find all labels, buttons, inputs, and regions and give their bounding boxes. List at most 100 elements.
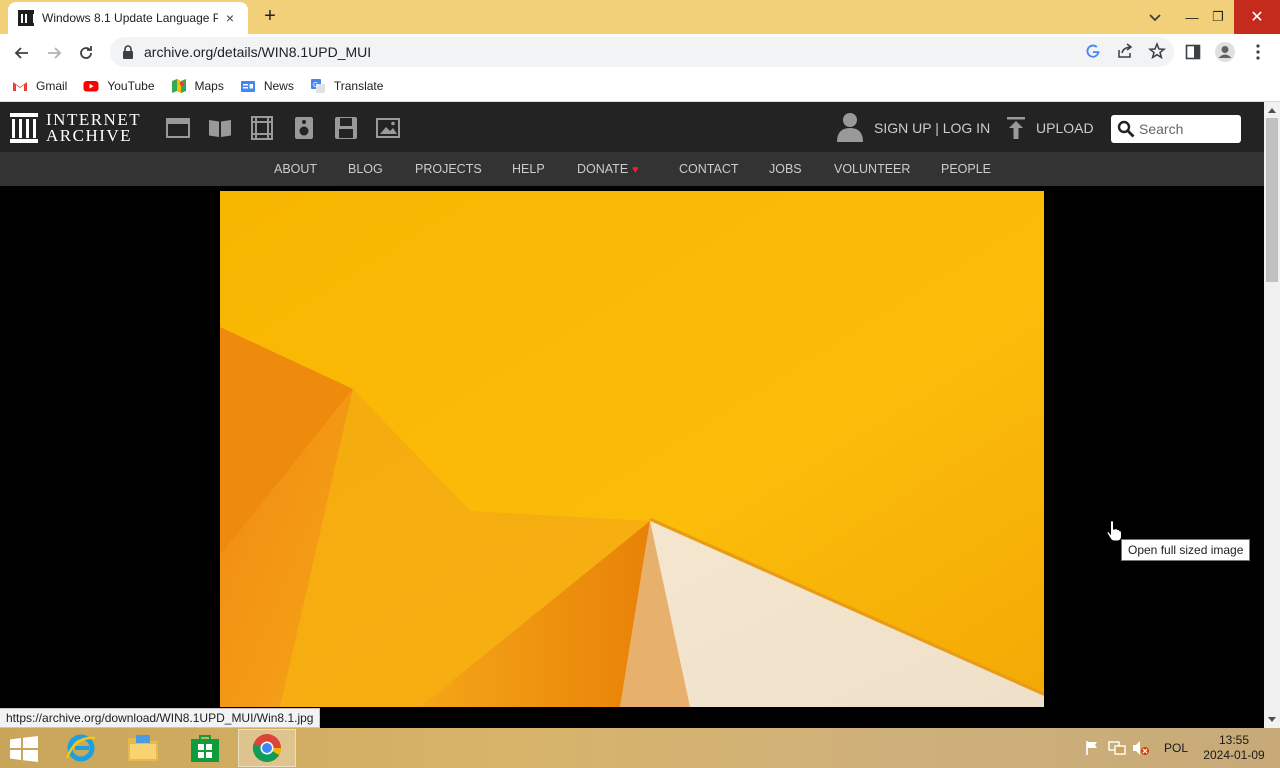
texts-icon[interactable] — [208, 116, 232, 140]
system-tray: POL — [1084, 728, 1188, 768]
images-icon[interactable] — [376, 116, 400, 140]
internet-archive-logo[interactable]: INTERNET ARCHIVE — [10, 111, 141, 145]
nav-blog[interactable]: BLOG — [348, 162, 383, 176]
archive-search-box[interactable] — [1111, 115, 1241, 143]
address-bar[interactable]: archive.org/details/WIN8.1UPD_MUI — [110, 37, 1174, 67]
gmail-icon — [13, 81, 27, 91]
user-icon[interactable] — [836, 112, 864, 142]
share-icon[interactable] — [1116, 42, 1134, 60]
chrome-menu-button[interactable] — [1246, 40, 1270, 64]
back-button[interactable] — [9, 40, 35, 66]
windows-8-wallpaper-image[interactable] — [220, 191, 1044, 707]
chrome-icon — [252, 734, 281, 762]
archive-favicon-icon — [18, 10, 35, 26]
url-text[interactable]: archive.org/details/WIN8.1UPD_MUI — [144, 44, 371, 60]
nav-volunteer[interactable]: VOLUNTEER — [834, 162, 910, 176]
scrollbar-thumb[interactable] — [1266, 118, 1278, 282]
browser-tab[interactable]: Windows 8.1 Update Language P × — [8, 2, 248, 34]
forward-button[interactable] — [41, 40, 67, 66]
profile-avatar-icon — [1215, 42, 1235, 62]
lock-icon[interactable] — [122, 45, 134, 59]
bookmark-gmail[interactable]: Gmail — [12, 78, 67, 94]
tab-title: Windows 8.1 Update Language P — [42, 11, 218, 25]
bookmark-news[interactable]: News — [240, 78, 294, 94]
bookmark-label: Maps — [194, 78, 224, 93]
svg-text:G: G — [313, 82, 318, 89]
youtube-icon — [83, 80, 99, 91]
windows-start-icon[interactable] — [10, 736, 38, 762]
windows-taskbar: POL 13:55 2024-01-09 — [0, 728, 1280, 768]
nav-donate-label: DONATE — [577, 162, 629, 176]
action-center-flag-icon[interactable] — [1084, 740, 1100, 756]
page-viewport: INTERNET ARCHIVE SIGN UP | LOG IN UPLOAD… — [0, 102, 1264, 728]
nav-about[interactable]: ABOUT — [274, 162, 317, 176]
side-panel-button[interactable] — [1181, 40, 1205, 64]
clock-date: 2024-01-09 — [1203, 748, 1265, 762]
archive-secondary-nav: ABOUT BLOG PROJECTS HELP DONATE ♥ CONTACT… — [0, 152, 1264, 186]
tab-strip: Windows 8.1 Update Language P × + — ❐ ✕ — [0, 0, 1280, 34]
volume-muted-icon[interactable] — [1132, 740, 1150, 756]
maximize-button[interactable]: ❐ — [1198, 0, 1238, 34]
media-type-nav — [166, 116, 400, 140]
internet-explorer-icon — [65, 734, 96, 762]
audio-icon[interactable] — [292, 116, 316, 140]
network-icon[interactable] — [1108, 740, 1126, 756]
open-full-image-tooltip: Open full sized image — [1121, 539, 1251, 561]
new-tab-button[interactable]: + — [258, 5, 282, 29]
search-icon[interactable] — [1117, 120, 1135, 138]
nav-jobs[interactable]: JOBS — [769, 162, 802, 176]
profile-button[interactable] — [1213, 40, 1237, 64]
nav-projects[interactable]: PROJECTS — [415, 162, 482, 176]
logo-line-archive: ARCHIVE — [46, 126, 133, 145]
link-status-bubble: https://archive.org/download/WIN8.1UPD_M… — [0, 708, 321, 728]
scroll-up-arrow-icon[interactable] — [1268, 108, 1276, 113]
tab-search-chevron-icon[interactable] — [1146, 8, 1164, 26]
taskbar-store[interactable] — [176, 729, 234, 767]
more-vertical-icon — [1256, 44, 1260, 60]
bookmark-label: News — [263, 78, 294, 93]
search-input[interactable] — [1139, 121, 1235, 137]
tab-close-icon[interactable]: × — [222, 10, 238, 26]
archive-building-icon — [10, 113, 38, 143]
bookmark-youtube[interactable]: YouTube — [83, 78, 155, 94]
bookmark-label: Translate — [333, 78, 384, 93]
archive-top-bar: INTERNET ARCHIVE SIGN UP | LOG IN UPLOAD… — [0, 102, 1264, 152]
upload-link[interactable]: UPLOAD — [1036, 120, 1094, 136]
close-window-button[interactable]: ✕ — [1234, 0, 1280, 34]
bookmark-star-icon[interactable] — [1148, 42, 1166, 60]
store-icon — [191, 735, 219, 762]
forward-arrow-icon — [48, 47, 62, 59]
back-arrow-icon — [14, 47, 28, 59]
taskbar-internet-explorer[interactable] — [52, 729, 110, 767]
reload-button[interactable] — [73, 40, 99, 66]
news-icon — [240, 80, 255, 92]
bookmark-label: YouTube — [107, 78, 155, 93]
taskbar-chrome[interactable] — [238, 729, 296, 767]
nav-donate[interactable]: DONATE ♥ — [577, 162, 639, 176]
taskbar-file-explorer[interactable] — [114, 729, 172, 767]
bookmark-label: Gmail — [36, 78, 68, 93]
hand-cursor-icon — [1106, 520, 1122, 542]
scroll-down-arrow-icon[interactable] — [1268, 717, 1276, 722]
nav-people[interactable]: PEOPLE — [941, 162, 991, 176]
bookmark-maps[interactable]: Maps — [171, 78, 224, 94]
nav-contact[interactable]: CONTACT — [679, 162, 739, 176]
file-explorer-icon — [128, 735, 158, 761]
reload-icon — [80, 46, 92, 59]
upload-icon[interactable] — [1006, 117, 1026, 139]
translate-icon: G — [310, 78, 325, 93]
software-icon[interactable] — [334, 116, 358, 140]
sign-up-log-in-link[interactable]: SIGN UP | LOG IN — [874, 120, 990, 136]
clock-time: 13:55 — [1218, 733, 1250, 747]
page-scrollbar[interactable] — [1264, 102, 1280, 728]
input-language-indicator[interactable]: POL — [1164, 741, 1188, 755]
web-icon[interactable] — [166, 116, 190, 140]
bookmarks-bar: Gmail YouTube Maps News G Translate — [0, 70, 1280, 102]
heart-icon: ♥ — [632, 164, 639, 176]
side-panel-icon — [1185, 44, 1201, 60]
google-translate-g-icon[interactable] — [1084, 42, 1102, 60]
system-clock[interactable]: 13:55 2024-01-09 — [1196, 733, 1272, 763]
bookmark-translate[interactable]: G Translate — [310, 78, 384, 94]
nav-help[interactable]: HELP — [512, 162, 545, 176]
video-icon[interactable] — [250, 116, 274, 140]
